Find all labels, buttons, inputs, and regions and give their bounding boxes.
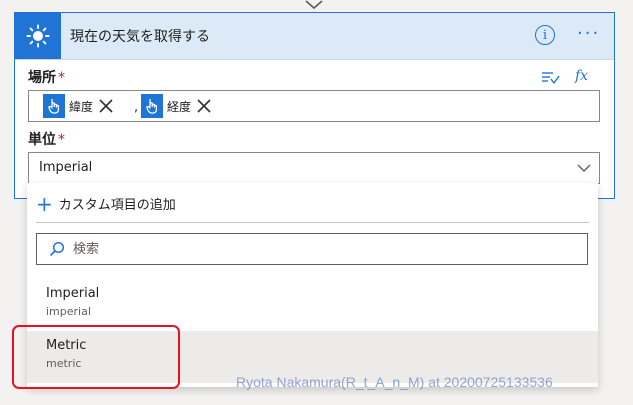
unit-label-text: 単位 [28,132,56,148]
card-title: 現在の天気を取得する [70,29,210,45]
remove-token-icon[interactable] [195,97,213,115]
expression-fx-icon[interactable]: fx [575,68,588,84]
unit-selected-value: Imperial [39,160,93,175]
watermark-text: Ryota Nakamura(R_t_A_n_M) at 20200725133… [236,374,553,390]
chevron-down-icon[interactable] [577,163,591,173]
location-input[interactable]: 緯度 , 経度 [28,90,600,122]
location-label-text: 場所 [28,70,56,86]
plus-icon: + [36,191,53,216]
info-icon[interactable]: i [535,25,555,45]
touch-hand-icon [43,94,65,118]
sun-icon [15,13,61,59]
info-glyph: i [542,27,548,43]
dynamic-content-icon[interactable] [540,69,560,87]
token-label: 緯度 [69,99,94,114]
more-options-icon[interactable]: ··· [577,23,600,44]
divider [36,222,589,223]
required-mark: * [58,132,65,148]
touch-hand-icon [141,94,163,118]
unit-select[interactable]: Imperial [28,152,600,184]
down-arrow-icon [305,0,323,10]
search-box[interactable] [36,233,588,265]
token-latitude[interactable]: 緯度 [43,94,115,118]
token-separator: , [134,100,139,115]
remove-token-icon[interactable] [97,97,115,115]
add-custom-label: カスタム項目の追加 [58,198,176,213]
highlight-box [12,325,180,389]
token-longitude[interactable]: 経度 [141,94,213,118]
token-label: 経度 [167,99,192,114]
option-label: Imperial [46,286,100,301]
search-input[interactable] [73,240,573,258]
weather-action-card: 現在の天気を取得する i ··· 場所 * fx 緯度 , 経度 単位 * Im… [14,12,615,199]
card-header[interactable]: 現在の天気を取得する i ··· [15,13,614,60]
search-icon [49,241,65,257]
option-imperial[interactable]: Imperial imperial [27,279,598,331]
add-custom-item-button[interactable]: + カスタム項目の追加 [36,191,176,216]
unit-label: 単位 * [28,129,65,149]
option-value: imperial [46,305,91,318]
required-mark: * [58,70,65,86]
location-label: 場所 * [28,67,65,87]
